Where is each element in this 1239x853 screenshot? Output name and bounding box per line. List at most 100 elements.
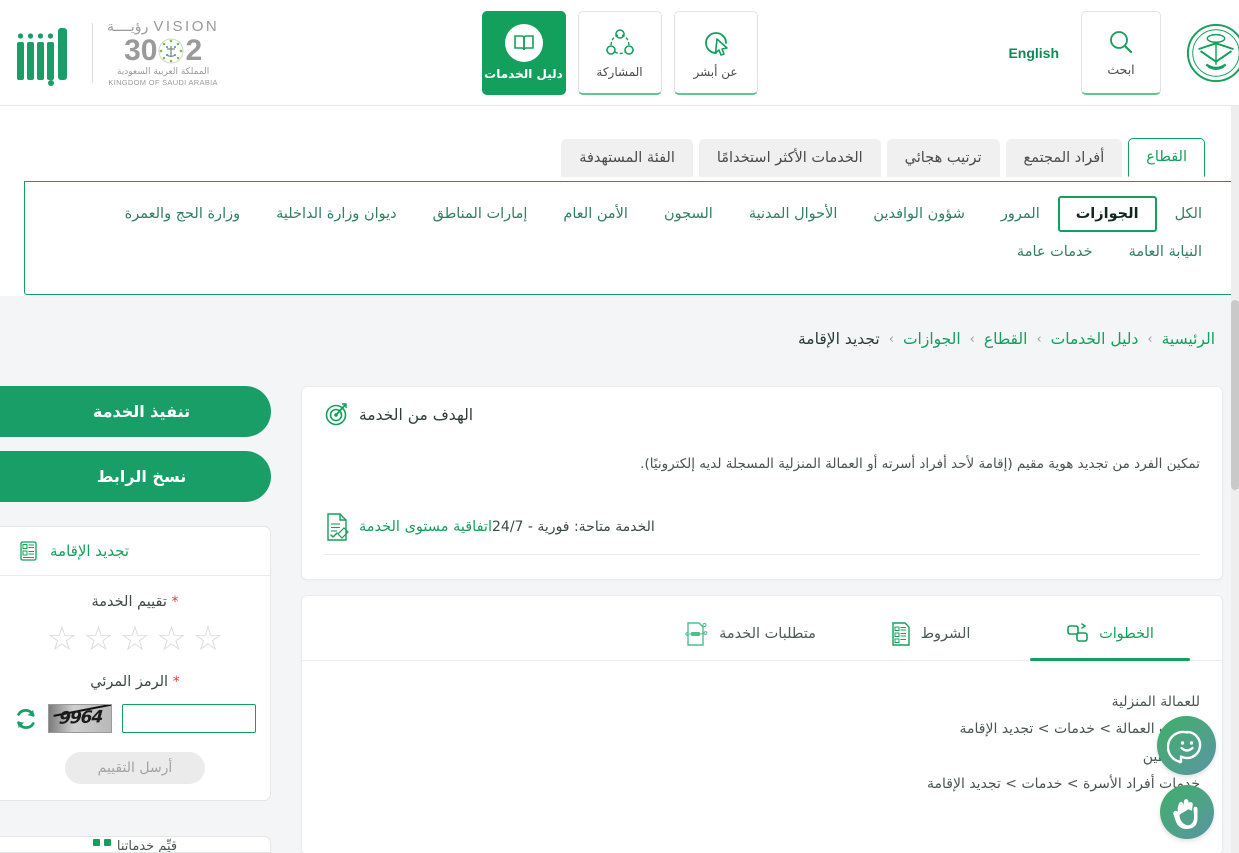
nav-card-label: عن أبشر [693, 64, 738, 79]
service-goal-card: الهدف من الخدمة تمكين الفرد من تجديد هوي… [301, 386, 1223, 580]
rating-star-4[interactable]: ☆ [83, 622, 113, 656]
nav-card-services-guide[interactable]: دليل الخدمات [481, 10, 566, 95]
tab-sector[interactable]: القطاع [1128, 138, 1205, 177]
filter-chip-interior-ministry-diwan[interactable]: ديوان وزارة الداخلية [258, 196, 415, 232]
step-line: خدمات أفراد الأسرة > خدمات > تجديد الإقا… [927, 775, 1200, 792]
rating-label-row: * تقييم الخدمة [0, 594, 270, 610]
chip-label: شؤون الوافدين [873, 206, 965, 222]
filter-chip-all[interactable]: الكل [1157, 196, 1220, 232]
chip-label: الجوازات [1075, 206, 1139, 222]
chip-label: إمارات المناطق [432, 206, 528, 222]
page-root: ابحث English دليل الخدمات المشاركة عن أب… [0, 0, 1239, 853]
chip-label: الأمن العام [563, 206, 628, 222]
nav-card-about-absher[interactable]: عن أبشر [673, 10, 758, 95]
content-tab-label: الشروط [920, 626, 971, 642]
service-rating-card: تجديد الإقامة * تقييم الخدمة ☆ ☆ ☆ ☆ ☆ *… [0, 526, 271, 801]
filter-chip-passports[interactable]: الجوازات [1057, 196, 1157, 232]
floating-action-buttons [1157, 716, 1216, 839]
breadcrumb-separator-icon: › [888, 331, 894, 347]
nav-card-label: دليل الخدمات [484, 66, 563, 81]
target-icon [325, 403, 347, 426]
goal-description: تمكين الفرد من تجديد هوية مقيم (إقامة لأ… [640, 456, 1200, 472]
sign-language-button[interactable] [1159, 785, 1214, 839]
filter-chip-public-security[interactable]: الأمن العام [545, 196, 646, 232]
logo-divider [92, 22, 93, 83]
vision-word-en: VISION [153, 18, 220, 35]
service-availability-text: الخدمة متاحة: فورية - 24/7 [492, 518, 655, 535]
header-right-group: ابحث English [1008, 10, 1239, 95]
vision-year-right: 30 [124, 34, 158, 67]
content-tab-steps[interactable]: الخطوات [1020, 610, 1200, 661]
filter-chip-expatriate-affairs[interactable]: شؤون الوافدين [855, 196, 982, 232]
search-button[interactable]: ابحث [1081, 10, 1161, 95]
rating-star-1[interactable]: ☆ [193, 622, 223, 656]
filter-chip-civil-affairs[interactable]: الأحوال المدنية [731, 196, 856, 232]
tab-label: الخدمات الأكثر استخدامًا [716, 150, 863, 166]
nav-card-participation[interactable]: المشاركة [577, 10, 662, 95]
rating-star-2[interactable]: ☆ [156, 622, 186, 656]
breadcrumb-separator-icon: › [969, 331, 975, 347]
vision-palm-pattern-icon [158, 38, 184, 64]
page-scrollbar-thumb[interactable] [1231, 300, 1239, 490]
filter-chip-public-prosecution[interactable]: النيابة العامة [1111, 234, 1220, 270]
breadcrumb-item-services-guide[interactable]: دليل الخدمات [1051, 330, 1139, 348]
peek-dot [92, 839, 100, 846]
filter-chip-prisons[interactable]: السجون [646, 196, 731, 232]
goal-header: الهدف من الخدمة [324, 402, 1200, 427]
tab-alphabetical[interactable]: ترتيب هجائي [886, 139, 1000, 177]
chip-label: الكل [1174, 206, 1202, 222]
header-nav-cards: دليل الخدمات المشاركة عن أبشر [481, 10, 758, 95]
filter-chip-regional-emirates[interactable]: إمارات المناطق [415, 196, 546, 232]
breadcrumb-item-passports[interactable]: الجوازات [903, 330, 961, 348]
tab-label: ترتيب هجائي [904, 150, 982, 166]
service-content-card: الخطوات الشروط متطلبات الخدمة للعمالة ال… [301, 595, 1223, 853]
conditions-doc-icon [891, 622, 910, 646]
sla-link-label: اتفاقية مستوى الخدمة [359, 518, 492, 535]
tab-most-used[interactable]: الخدمات الأكثر استخدامًا [698, 139, 881, 177]
hands-sign-language-icon [1172, 799, 1197, 829]
content-tab-conditions[interactable]: الشروط [840, 610, 1020, 660]
refresh-icon[interactable] [14, 706, 38, 732]
service-level-row: الخدمة متاحة: فورية - 24/7 اتفاقية مستوى… [324, 512, 1200, 555]
filter-chip-general-services[interactable]: خدمات عامة [999, 234, 1111, 270]
breadcrumb-item-home[interactable]: الرئيسية [1162, 330, 1215, 348]
vision-kingdom-en: KINGDOM OF SAUDI ARABIA [108, 78, 218, 87]
language-toggle-link[interactable]: English [1008, 45, 1059, 61]
peek-label: قيِّم خدماتنا [116, 839, 178, 853]
captcha-row: 9964 [0, 704, 270, 733]
filter-chip-hajj-umrah-ministry[interactable]: وزارة الحج والعمرة [107, 196, 258, 232]
chip-label: المرور [1000, 206, 1040, 222]
rating-card-title: تجديد الإقامة [50, 542, 130, 560]
chip-label: النيابة العامة [1128, 244, 1202, 260]
captcha-label-row: * الرمز المرئي [0, 674, 270, 690]
peek-dots [92, 839, 111, 846]
copy-link-button[interactable]: نسخ الرابط [0, 451, 271, 502]
rating-star-3[interactable]: ☆ [120, 622, 150, 656]
book-icon [513, 34, 534, 50]
chatbot-assistant-button[interactable] [1157, 716, 1216, 775]
filter-chip-traffic[interactable]: المرور [983, 196, 1058, 232]
content-tab-requirements[interactable]: متطلبات الخدمة [660, 610, 840, 660]
execute-service-button[interactable]: تنفيذ الخدمة [0, 386, 271, 437]
rating-star-5[interactable]: ☆ [47, 622, 77, 656]
captcha-input[interactable] [122, 704, 256, 733]
sla-agreement-link[interactable]: اتفاقية مستوى الخدمة [324, 512, 492, 542]
tab-target-group[interactable]: الفئة المستهدفة [561, 139, 693, 177]
service-content-tabs: الخطوات الشروط متطلبات الخدمة [302, 596, 1222, 661]
content-tab-label: الخطوات [1099, 626, 1154, 642]
breadcrumb-item-sector[interactable]: القطاع [984, 330, 1028, 348]
breadcrumb-current-page: تجديد الإقامة [798, 330, 880, 348]
vision-year-left: 2 [185, 34, 203, 67]
step-line: للمرافقين [324, 744, 1200, 771]
rating-label: تقييم الخدمة [91, 594, 167, 610]
submit-rating-button[interactable]: أرسل التقييم [65, 752, 205, 784]
cursor-circle-icon [704, 31, 728, 56]
absher-logo-icon [17, 27, 67, 86]
breadcrumb-separator-icon: › [1036, 331, 1042, 347]
captcha-code-text: 9964 [58, 707, 103, 729]
tab-community-members[interactable]: أفراد المجتمع [1005, 139, 1123, 177]
content-tab-label: متطلبات الخدمة [719, 626, 816, 642]
sidebar-next-card-peek: قيِّم خدماتنا [0, 836, 271, 853]
category-tabs: القطاع أفراد المجتمع ترتيب هجائي الخدمات… [561, 138, 1205, 177]
tab-label: الفئة المستهدفة [579, 150, 675, 166]
